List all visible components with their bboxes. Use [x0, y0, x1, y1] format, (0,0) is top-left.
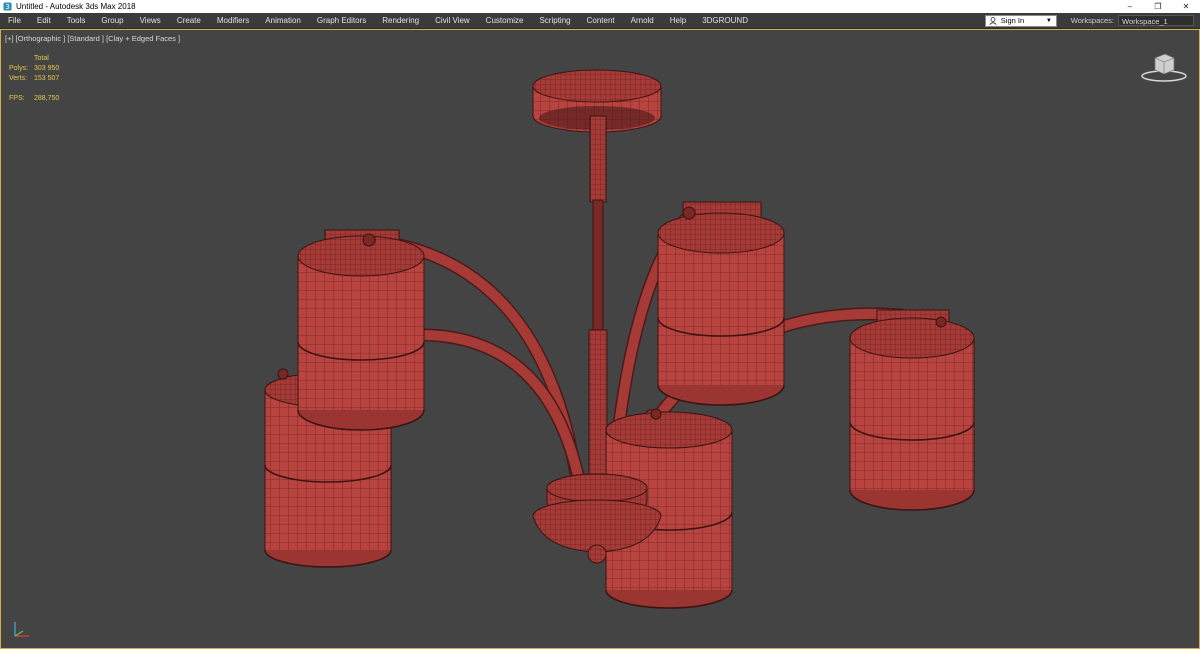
menu-scripting[interactable]: Scripting	[531, 13, 578, 28]
chevron-down-icon: ▼	[1045, 17, 1052, 24]
menu-customize[interactable]: Customize	[478, 13, 532, 28]
menu-3dground[interactable]: 3DGROUND	[694, 13, 756, 28]
menu-animation[interactable]: Animation	[257, 13, 309, 28]
menu-rendering[interactable]: Rendering	[374, 13, 427, 28]
user-icon	[989, 16, 997, 25]
lamp-shade	[657, 201, 785, 406]
lamp-shade	[849, 309, 975, 511]
close-button[interactable]: ✕	[1172, 0, 1200, 13]
menu-arnold[interactable]: Arnold	[623, 13, 662, 28]
viewport[interactable]: [+] [Orthographic ] [Standard ] [Clay + …	[0, 29, 1200, 649]
axis-tripod-icon	[14, 622, 29, 637]
menu-bar: File Edit Tools Group Views Create Modif…	[0, 13, 1200, 29]
menu-tools[interactable]: Tools	[59, 13, 94, 28]
title-bar: 3 Untitled - Autodesk 3ds Max 2018 – ❐ ✕	[0, 0, 1200, 13]
lamp-shade	[297, 229, 425, 431]
menu-civil-view[interactable]: Civil View	[427, 13, 478, 28]
menu-graph-editors[interactable]: Graph Editors	[309, 13, 374, 28]
menu-create[interactable]: Create	[169, 13, 209, 28]
restore-button[interactable]: ❐	[1144, 0, 1172, 13]
workspace-select[interactable]: Workspace_1	[1118, 15, 1194, 26]
workspaces-label: Workspaces:	[1070, 16, 1114, 25]
menu-content[interactable]: Content	[579, 13, 623, 28]
viewcube-icon[interactable]	[1139, 50, 1189, 84]
menu-file[interactable]: File	[0, 13, 29, 28]
minimize-button[interactable]: –	[1116, 0, 1144, 13]
app-icon: 3	[3, 2, 12, 11]
menu-views[interactable]: Views	[132, 13, 169, 28]
menu-group[interactable]: Group	[93, 13, 131, 28]
menu-modifiers[interactable]: Modifiers	[209, 13, 257, 28]
menu-help[interactable]: Help	[662, 13, 694, 28]
menu-edit[interactable]: Edit	[29, 13, 59, 28]
central-rod	[588, 115, 608, 476]
sign-in-dropdown[interactable]: Sign In ▼	[984, 14, 1057, 27]
window-title: Untitled - Autodesk 3ds Max 2018	[16, 2, 136, 11]
sign-in-label: Sign In	[1000, 16, 1025, 25]
chandelier-model[interactable]	[1, 30, 1199, 648]
svg-text:3: 3	[5, 2, 10, 11]
